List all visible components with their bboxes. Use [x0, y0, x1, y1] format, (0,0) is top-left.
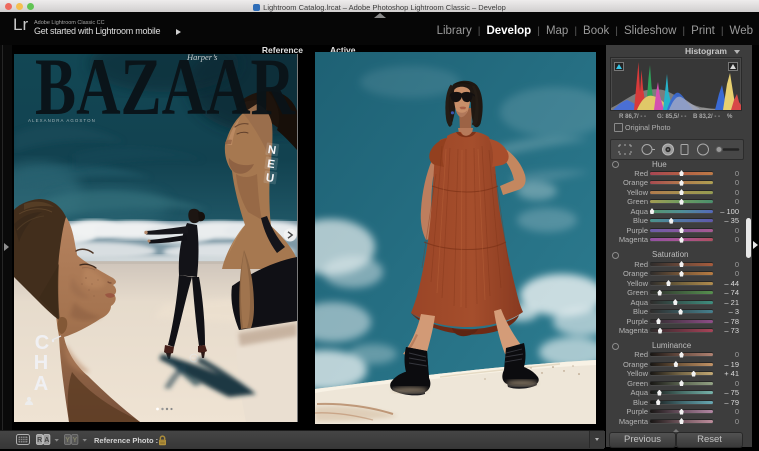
svg-text:N: N — [267, 144, 277, 157]
svg-text:A: A — [34, 373, 48, 395]
svg-text:Y: Y — [72, 437, 77, 444]
svg-text:H: H — [34, 352, 48, 374]
svg-text:C: C — [35, 332, 49, 354]
svg-text:U: U — [265, 172, 275, 185]
svg-text:Y: Y — [65, 437, 70, 444]
svg-text:R: R — [37, 437, 42, 444]
svg-text:A: A — [44, 437, 49, 444]
svg-text:ALEXANDRA AGOSTON: ALEXANDRA AGOSTON — [28, 118, 96, 123]
